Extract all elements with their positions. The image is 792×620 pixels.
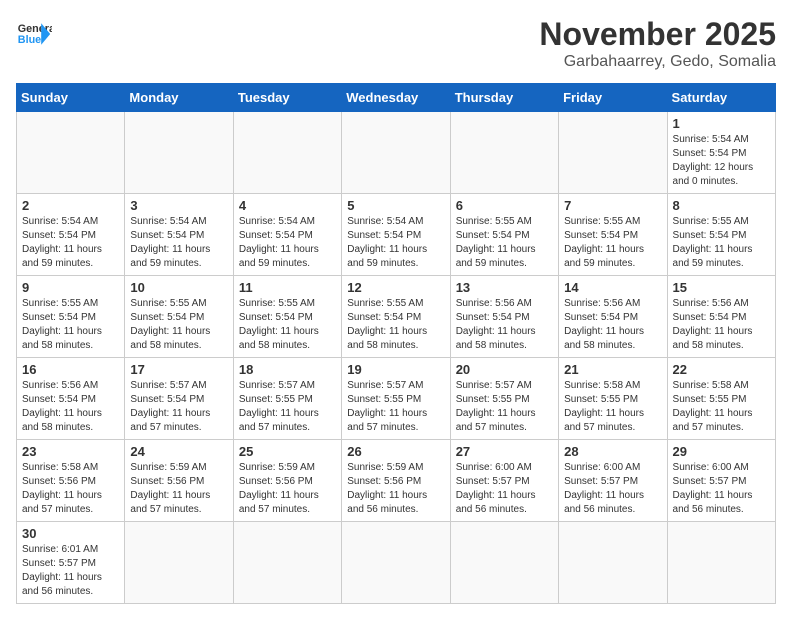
table-row: 25 Sunrise: 5:59 AMSunset: 5:56 PMDaylig… bbox=[233, 440, 341, 522]
logo-icon: General Blue bbox=[16, 16, 52, 52]
empty-cell bbox=[667, 522, 775, 604]
table-row: 9 Sunrise: 5:55 AMSunset: 5:54 PMDayligh… bbox=[17, 276, 125, 358]
table-row: 5 Sunrise: 5:54 AMSunset: 5:54 PMDayligh… bbox=[342, 194, 450, 276]
table-row: 22 Sunrise: 5:58 AMSunset: 5:55 PMDaylig… bbox=[667, 358, 775, 440]
calendar-week-2: 2 Sunrise: 5:54 AMSunset: 5:54 PMDayligh… bbox=[17, 194, 776, 276]
calendar-week-4: 16 Sunrise: 5:56 AMSunset: 5:54 PMDaylig… bbox=[17, 358, 776, 440]
table-row: 16 Sunrise: 5:56 AMSunset: 5:54 PMDaylig… bbox=[17, 358, 125, 440]
header: General Blue November 2025 Garbahaarrey,… bbox=[16, 16, 776, 71]
empty-cell bbox=[342, 522, 450, 604]
location: Garbahaarrey, Gedo, Somalia bbox=[539, 53, 776, 71]
table-row: 29 Sunrise: 6:00 AMSunset: 5:57 PMDaylig… bbox=[667, 440, 775, 522]
calendar-week-5: 23 Sunrise: 5:58 AMSunset: 5:56 PMDaylig… bbox=[17, 440, 776, 522]
logo: General Blue bbox=[16, 16, 52, 52]
calendar-week-6: 30 Sunrise: 6:01 AMSunset: 5:57 PMDaylig… bbox=[17, 522, 776, 604]
table-row: 2 Sunrise: 5:54 AMSunset: 5:54 PMDayligh… bbox=[17, 194, 125, 276]
table-row: 11 Sunrise: 5:55 AMSunset: 5:54 PMDaylig… bbox=[233, 276, 341, 358]
empty-cell bbox=[125, 522, 233, 604]
calendar-week-3: 9 Sunrise: 5:55 AMSunset: 5:54 PMDayligh… bbox=[17, 276, 776, 358]
col-friday: Friday bbox=[559, 84, 667, 112]
table-row: 15 Sunrise: 5:56 AMSunset: 5:54 PMDaylig… bbox=[667, 276, 775, 358]
svg-text:Blue: Blue bbox=[18, 34, 41, 46]
table-row: 27 Sunrise: 6:00 AMSunset: 5:57 PMDaylig… bbox=[450, 440, 558, 522]
table-row: 19 Sunrise: 5:57 AMSunset: 5:55 PMDaylig… bbox=[342, 358, 450, 440]
empty-cell bbox=[559, 112, 667, 194]
col-sunday: Sunday bbox=[17, 84, 125, 112]
empty-cell bbox=[233, 522, 341, 604]
table-row: 1 Sunrise: 5:54 AM Sunset: 5:54 PM Dayli… bbox=[667, 112, 775, 194]
table-row: 26 Sunrise: 5:59 AMSunset: 5:56 PMDaylig… bbox=[342, 440, 450, 522]
title-area: November 2025 Garbahaarrey, Gedo, Somali… bbox=[539, 16, 776, 71]
calendar-week-1: 1 Sunrise: 5:54 AM Sunset: 5:54 PM Dayli… bbox=[17, 112, 776, 194]
table-row: 8 Sunrise: 5:55 AMSunset: 5:54 PMDayligh… bbox=[667, 194, 775, 276]
col-monday: Monday bbox=[125, 84, 233, 112]
table-row: 24 Sunrise: 5:59 AMSunset: 5:56 PMDaylig… bbox=[125, 440, 233, 522]
empty-cell bbox=[125, 112, 233, 194]
empty-cell bbox=[559, 522, 667, 604]
table-row: 13 Sunrise: 5:56 AMSunset: 5:54 PMDaylig… bbox=[450, 276, 558, 358]
table-row: 20 Sunrise: 5:57 AMSunset: 5:55 PMDaylig… bbox=[450, 358, 558, 440]
table-row: 18 Sunrise: 5:57 AMSunset: 5:55 PMDaylig… bbox=[233, 358, 341, 440]
table-row: 28 Sunrise: 6:00 AMSunset: 5:57 PMDaylig… bbox=[559, 440, 667, 522]
empty-cell bbox=[450, 522, 558, 604]
empty-cell bbox=[233, 112, 341, 194]
calendar: Sunday Monday Tuesday Wednesday Thursday… bbox=[16, 83, 776, 604]
table-row: 14 Sunrise: 5:56 AMSunset: 5:54 PMDaylig… bbox=[559, 276, 667, 358]
table-row: 23 Sunrise: 5:58 AMSunset: 5:56 PMDaylig… bbox=[17, 440, 125, 522]
table-row: 17 Sunrise: 5:57 AMSunset: 5:54 PMDaylig… bbox=[125, 358, 233, 440]
col-wednesday: Wednesday bbox=[342, 84, 450, 112]
table-row: 12 Sunrise: 5:55 AMSunset: 5:54 PMDaylig… bbox=[342, 276, 450, 358]
table-row: 3 Sunrise: 5:54 AMSunset: 5:54 PMDayligh… bbox=[125, 194, 233, 276]
month-title: November 2025 bbox=[539, 16, 776, 53]
table-row: 10 Sunrise: 5:55 AMSunset: 5:54 PMDaylig… bbox=[125, 276, 233, 358]
table-row: 21 Sunrise: 5:58 AMSunset: 5:55 PMDaylig… bbox=[559, 358, 667, 440]
table-row: 7 Sunrise: 5:55 AMSunset: 5:54 PMDayligh… bbox=[559, 194, 667, 276]
empty-cell bbox=[450, 112, 558, 194]
table-row: 6 Sunrise: 5:55 AMSunset: 5:54 PMDayligh… bbox=[450, 194, 558, 276]
table-row: 30 Sunrise: 6:01 AMSunset: 5:57 PMDaylig… bbox=[17, 522, 125, 604]
col-thursday: Thursday bbox=[450, 84, 558, 112]
calendar-header-row: Sunday Monday Tuesday Wednesday Thursday… bbox=[17, 84, 776, 112]
empty-cell bbox=[342, 112, 450, 194]
table-row: 4 Sunrise: 5:54 AMSunset: 5:54 PMDayligh… bbox=[233, 194, 341, 276]
col-tuesday: Tuesday bbox=[233, 84, 341, 112]
empty-cell bbox=[17, 112, 125, 194]
col-saturday: Saturday bbox=[667, 84, 775, 112]
